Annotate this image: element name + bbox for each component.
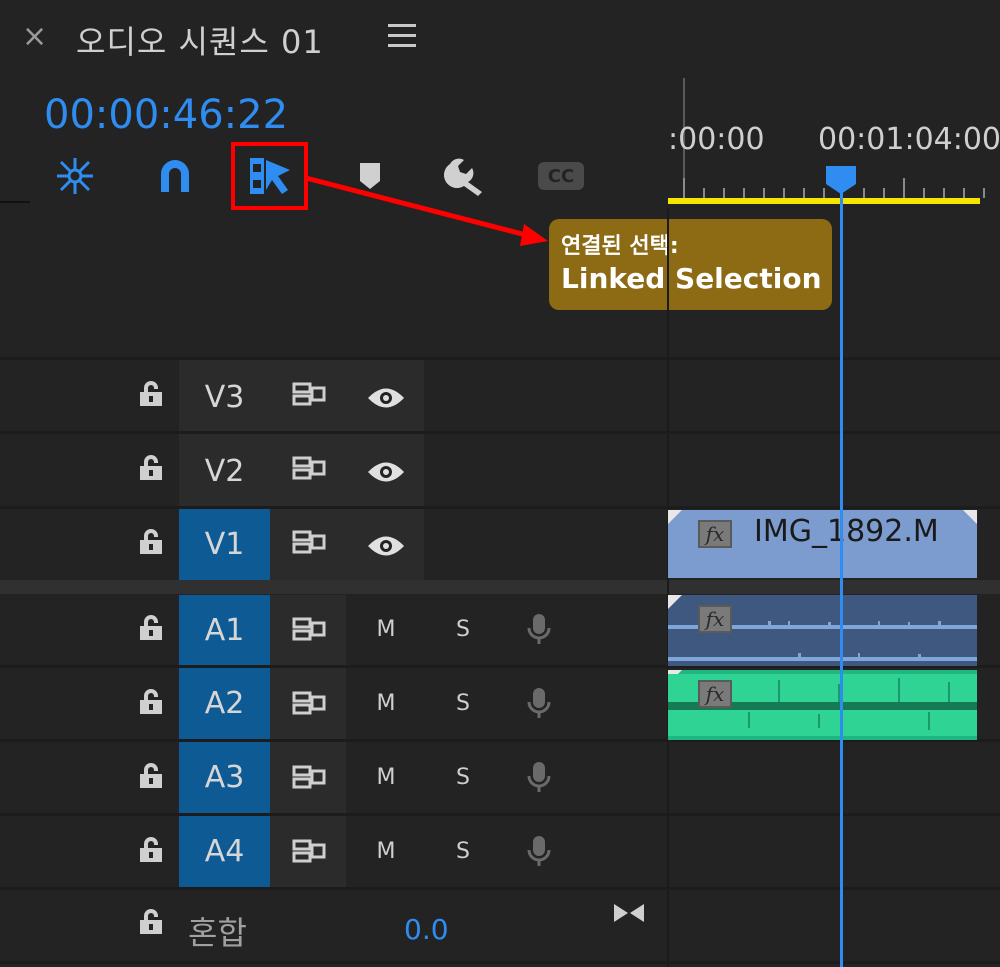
- track-label-v3[interactable]: V3: [179, 363, 270, 431]
- linked-selection-callout: 연결된 선택: Linked Selection: [549, 219, 832, 310]
- lock-icon[interactable]: [138, 380, 164, 408]
- row-separator: [0, 887, 1000, 890]
- microphone-icon[interactable]: [527, 612, 551, 646]
- row-separator: [0, 431, 1000, 434]
- lock-icon[interactable]: [138, 614, 164, 642]
- timeline-divider: [667, 208, 669, 967]
- video-clip[interactable]: fx IMG_1892.M: [668, 510, 977, 578]
- ruler-label-start: :00:00: [668, 122, 765, 157]
- ruler-label-end: 00:01:04:00: [818, 122, 1000, 157]
- video-audio-divider[interactable]: [0, 580, 1000, 594]
- track-label-a2[interactable]: A2: [179, 668, 270, 739]
- eye-icon[interactable]: [366, 459, 406, 485]
- solo-button[interactable]: S: [448, 839, 478, 864]
- callout-korean: 연결된 선택:: [561, 234, 679, 259]
- track-label-a4[interactable]: A4: [179, 816, 270, 887]
- playhead-line[interactable]: [840, 186, 843, 967]
- playhead-timecode[interactable]: 00:00:46:22: [44, 92, 288, 138]
- mute-button[interactable]: M: [371, 617, 401, 642]
- linked-selection-highlight: [231, 142, 308, 210]
- mix-track-label: 혼합: [188, 914, 247, 952]
- lock-icon[interactable]: [138, 528, 164, 556]
- annotation-arrow: [305, 175, 548, 246]
- track-label-v2[interactable]: V2: [179, 437, 270, 506]
- video-clip-name: IMG_1892.M: [754, 514, 939, 549]
- solo-button[interactable]: S: [448, 617, 478, 642]
- mute-button[interactable]: M: [371, 691, 401, 716]
- sync-lock-icon[interactable]: [292, 691, 328, 717]
- lock-icon[interactable]: [138, 688, 164, 716]
- bowtie-icon[interactable]: [612, 902, 646, 924]
- eye-icon[interactable]: [366, 533, 406, 559]
- audio-clip-a1[interactable]: fx: [668, 595, 977, 666]
- solo-button[interactable]: S: [448, 691, 478, 716]
- track-label-a3[interactable]: A3: [179, 742, 270, 813]
- lock-icon[interactable]: [138, 836, 164, 864]
- solo-button[interactable]: S: [448, 765, 478, 790]
- fx-badge[interactable]: fx: [698, 520, 732, 548]
- lock-icon[interactable]: [138, 908, 164, 936]
- microphone-icon[interactable]: [527, 686, 551, 720]
- row-separator: [0, 961, 1000, 964]
- microphone-icon[interactable]: [527, 760, 551, 794]
- hamburger-menu-icon[interactable]: [388, 24, 416, 50]
- clip-end-corner: [963, 510, 977, 524]
- lock-icon[interactable]: [138, 454, 164, 482]
- sequence-title[interactable]: 오디오 시퀀스 01: [76, 17, 324, 63]
- sync-lock-icon[interactable]: [292, 617, 328, 643]
- snap-magnet-icon[interactable]: [154, 154, 196, 198]
- sync-lock-icon[interactable]: [292, 839, 328, 865]
- mix-volume-value[interactable]: 0.0: [404, 913, 449, 946]
- row-separator: [0, 506, 1000, 509]
- sync-lock-icon[interactable]: [292, 765, 328, 791]
- playhead-handle[interactable]: [824, 164, 858, 194]
- lock-icon[interactable]: [138, 762, 164, 790]
- clip-start-corner: [668, 510, 682, 524]
- eye-icon[interactable]: [366, 385, 406, 411]
- sync-lock-icon[interactable]: [292, 456, 328, 482]
- callout-english: Linked Selection: [561, 262, 822, 295]
- row-separator: [0, 813, 1000, 816]
- panel-header: × 오디오 시퀀스 01: [0, 0, 1000, 78]
- panel-divider: [0, 201, 30, 203]
- track-label-v1[interactable]: V1: [179, 509, 270, 580]
- close-tab-button[interactable]: ×: [22, 22, 47, 52]
- sync-lock-icon[interactable]: [292, 382, 328, 408]
- sync-lock-icon[interactable]: [292, 530, 328, 556]
- audio-clip-a2[interactable]: fx: [668, 670, 977, 740]
- mute-button[interactable]: M: [371, 765, 401, 790]
- row-separator: [0, 357, 1000, 360]
- microphone-icon[interactable]: [527, 834, 551, 868]
- track-label-a1[interactable]: A1: [179, 595, 270, 665]
- fx-badge[interactable]: fx: [698, 680, 732, 708]
- work-area-bar[interactable]: [668, 198, 980, 204]
- nest-sequence-icon[interactable]: [52, 154, 98, 198]
- fx-badge[interactable]: fx: [698, 605, 732, 633]
- mute-button[interactable]: M: [371, 839, 401, 864]
